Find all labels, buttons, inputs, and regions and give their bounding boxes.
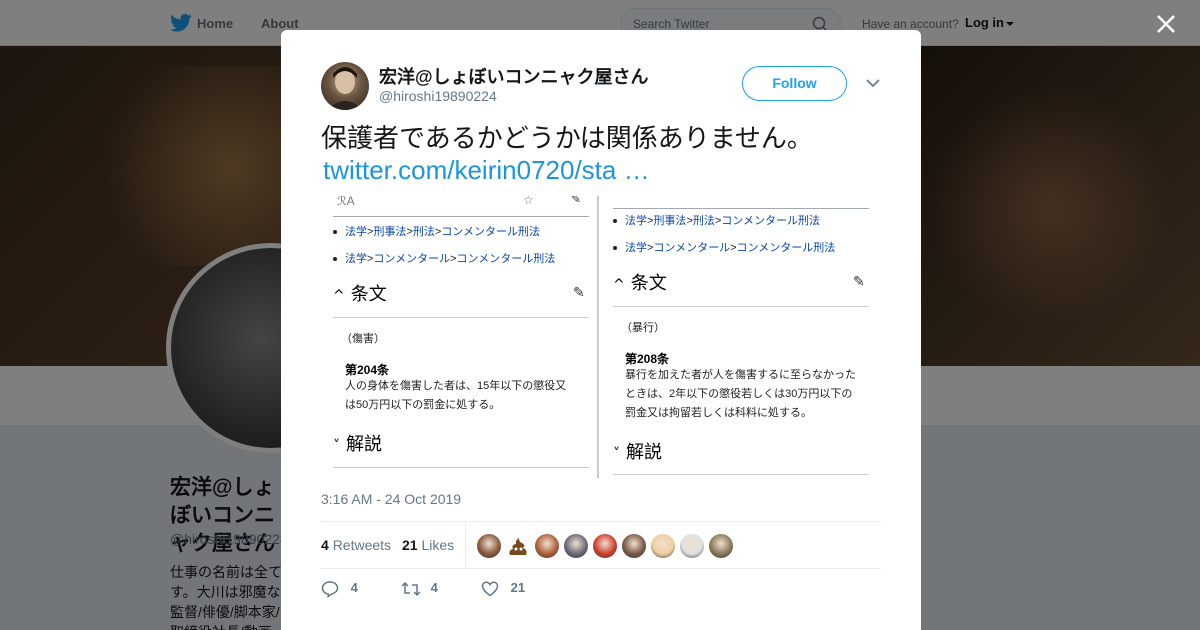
pencil-icon: ✎ (573, 284, 585, 300)
likes-count: 21 (402, 537, 418, 553)
article-body: 人の身体を傷害した者は、15年以下の懲役又は50万円以下の罰金に処する。 (345, 380, 567, 411)
section-heading-text: 条文 (630, 273, 667, 294)
likes-stat[interactable]: 21 Likes (402, 537, 454, 553)
divider (333, 317, 589, 318)
chevron-down-icon: ˅ (333, 438, 340, 454)
article-number: 第204条 (345, 363, 390, 377)
tweet-modal: 宏洋@しょぼいコンニャク屋さん @hiroshi19890224 Follow … (281, 30, 921, 630)
article-category: （暴行） (621, 322, 665, 334)
chevron-up-icon: ^ (613, 277, 625, 293)
liker-avatar[interactable] (535, 534, 559, 558)
retweet-button[interactable]: 4 (401, 580, 438, 598)
retweets-count: 4 (321, 537, 329, 553)
crumb-link: 法学 (345, 253, 367, 265)
divider (613, 208, 869, 209)
close-icon[interactable] (1156, 14, 1176, 34)
crumb-link: コンメンタール刑法 (441, 226, 540, 238)
likes-label: Likes (421, 537, 455, 553)
retweets-label: Retweets (332, 537, 392, 553)
crumb-link: コンメンタール (653, 242, 731, 254)
breadcrumb: 法学>コンメンタール>コンメンタール刑法 (613, 239, 835, 255)
media-column-divider (597, 196, 599, 478)
divider (333, 216, 589, 217)
retweet-count: 4 (430, 580, 438, 596)
like-count: 21 (510, 580, 526, 596)
bullet (333, 257, 337, 262)
section-heading: ^ 条文 (333, 280, 387, 306)
crumb-link: コンメンタール刑法 (721, 215, 820, 227)
follow-button[interactable]: Follow (742, 66, 847, 101)
section-heading-text: 解説 (346, 434, 382, 455)
author-handle[interactable]: @hiroshi19890224 (379, 88, 497, 104)
tweet-text: 保護者であるかどうかは関係ありません。 (321, 123, 813, 153)
poop-emoji-icon[interactable] (506, 534, 530, 558)
crumb-link: コンメンタール刑法 (736, 242, 836, 254)
heart-icon (481, 581, 499, 597)
liker-avatar[interactable] (651, 534, 675, 558)
media-right-column: 法学>刑事法>刑法>コンメンタール刑法 法学>コンメンタール>コンメンタール刑法… (613, 196, 873, 478)
breadcrumb: 法学>コンメンタール>コンメンタール刑法 (333, 250, 555, 266)
tweet-media-image[interactable]: ℛA ☆ ✎ 法学>刑事法>刑法>コンメンタール刑法 法学>コンメンタール>コン… (321, 196, 881, 478)
section-heading-text: 条文 (350, 284, 387, 305)
like-button[interactable]: 21 (481, 580, 525, 598)
star-icon: ☆ (523, 196, 534, 207)
article-category: （傷害） (341, 333, 385, 345)
reply-icon (321, 581, 339, 598)
chevron-down-icon: ˅ (613, 446, 620, 462)
liker-avatar[interactable] (593, 534, 617, 558)
crumb-link: 刑法 (412, 226, 435, 238)
pencil-icon: ✎ (571, 196, 582, 206)
section-heading: ˅ 解説 (613, 438, 662, 464)
crumb-link: 刑法 (692, 215, 715, 227)
retweet-icon (401, 581, 421, 597)
chevron-up-icon: ^ (333, 288, 345, 304)
article-body: 暴行を加えた者が人を傷害するに至らなかったときは、2年以下の懲役若しくは30万円… (625, 369, 856, 419)
tweet-timestamp[interactable]: 3:16 AM - 24 Oct 2019 (321, 491, 461, 507)
retweets-stat[interactable]: 4 Retweets (321, 537, 391, 553)
crumb-link: コンメンタール刑法 (456, 253, 556, 265)
reply-button[interactable]: 4 (321, 580, 358, 598)
author-name[interactable]: 宏洋@しょぼいコンニャク屋さん (379, 63, 649, 89)
translate-icon: ℛA (337, 196, 355, 208)
tweet-link[interactable]: twitter.com/keirin0720/sta … (323, 154, 650, 186)
breadcrumb: 法学>刑事法>刑法>コンメンタール刑法 (613, 212, 820, 228)
divider (613, 474, 869, 475)
liker-avatar[interactable] (564, 534, 588, 558)
section-heading: ˅ 解説 (333, 430, 382, 456)
chevron-down-icon[interactable] (866, 78, 880, 88)
divider (333, 467, 589, 468)
media-left-column: ℛA ☆ ✎ 法学>刑事法>刑法>コンメンタール刑法 法学>コンメンタール>コン… (333, 196, 593, 478)
breadcrumb: 法学>刑事法>刑法>コンメンタール刑法 (333, 223, 540, 239)
author-avatar[interactable] (321, 62, 369, 110)
pencil-icon: ✎ (853, 273, 865, 289)
divider (613, 306, 869, 307)
liker-avatar[interactable] (680, 534, 704, 558)
reply-count: 4 (350, 580, 358, 596)
bullet (333, 230, 337, 235)
liker-avatar[interactable] (477, 534, 501, 558)
bullet (613, 246, 617, 251)
tweet-actions: 4 4 21 (321, 580, 621, 600)
crumb-link: 法学 (345, 226, 367, 238)
crumb-link: 法学 (625, 242, 647, 254)
avatar-portrait (327, 67, 363, 110)
section-heading: ^ 条文 (613, 269, 667, 295)
article-number: 第208条 (625, 352, 670, 366)
crumb-link: コンメンタール (373, 253, 451, 265)
liker-avatar[interactable] (709, 534, 733, 558)
liker-avatar[interactable] (622, 534, 646, 558)
crumb-link: 法学 (625, 215, 647, 227)
divider (465, 522, 466, 569)
crumb-link: 刑事法 (373, 226, 407, 238)
tweet-stats: 4 Retweets 21 Likes (321, 521, 881, 569)
bullet (613, 219, 617, 224)
section-heading-text: 解説 (626, 442, 662, 463)
crumb-link: 刑事法 (653, 215, 687, 227)
